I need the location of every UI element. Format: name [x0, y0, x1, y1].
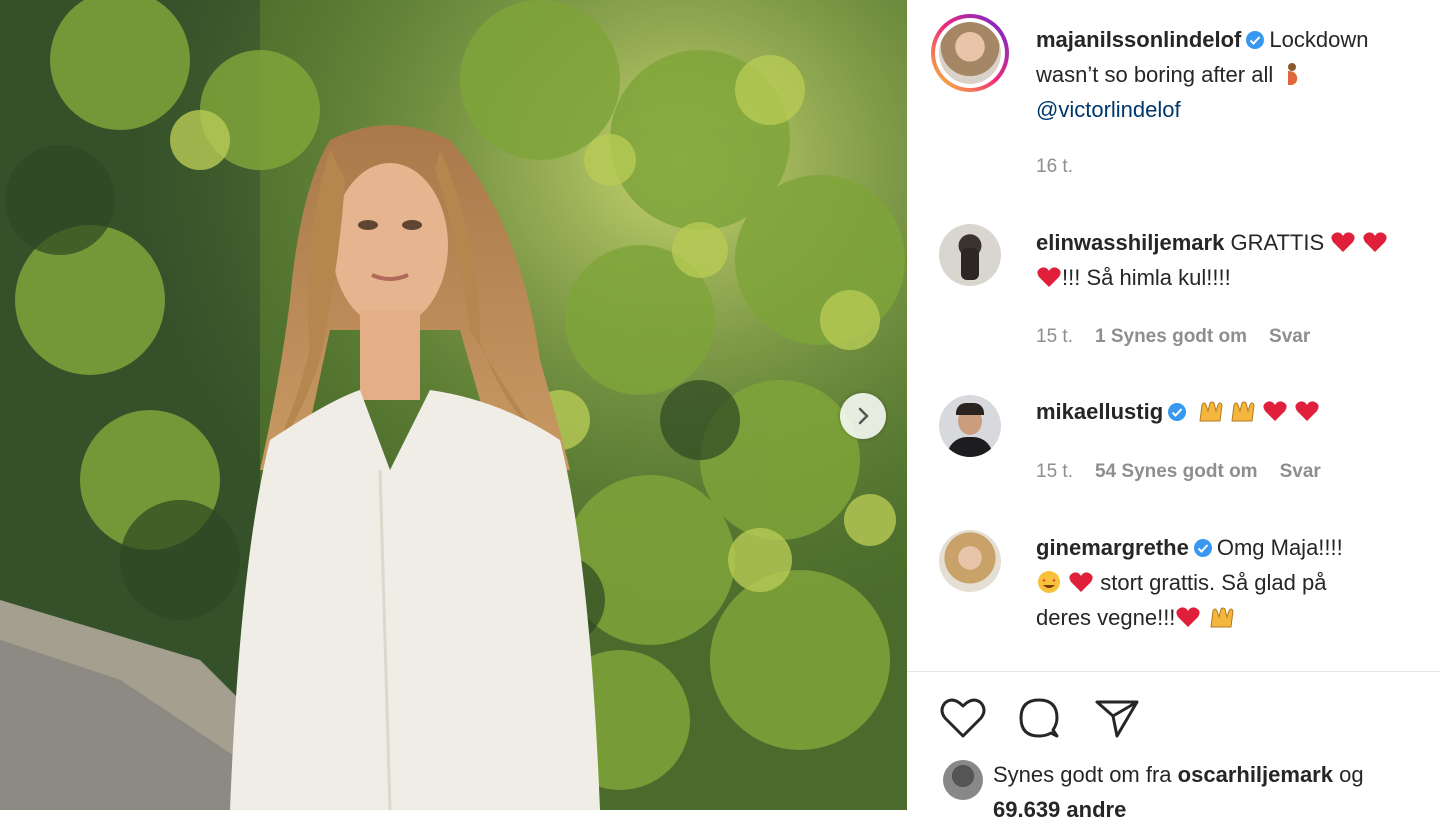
next-photo-button[interactable]	[840, 393, 886, 439]
comment-avatar[interactable]	[939, 530, 1001, 592]
heart-emoji	[1069, 572, 1093, 592]
comment-meta: 15 t. 54 Synes godt om Svar	[1036, 461, 1321, 483]
verified-icon	[1168, 403, 1187, 421]
comment-likes[interactable]: 54 Synes godt om	[1095, 461, 1258, 482]
post-time: 16 t.	[1036, 156, 1073, 177]
comment-icon[interactable]	[1015, 696, 1063, 740]
heart-icon[interactable]	[939, 696, 987, 740]
heart-emoji	[1331, 232, 1355, 252]
comment-meta: 15 t. 1 Synes godt om Svar	[1036, 326, 1310, 348]
comment-avatar[interactable]	[939, 395, 1001, 457]
heart-emoji	[1176, 607, 1201, 627]
mention-link[interactable]: @victorlindelof	[1036, 97, 1181, 122]
photo-illustration	[0, 0, 907, 810]
comment-time: 15 t.	[1036, 461, 1073, 482]
comment-text: ginemargrethe Omg Maja!!!! stort grattis.…	[1036, 535, 1343, 630]
reply-button[interactable]: Svar	[1280, 461, 1321, 482]
comment-username[interactable]: elinwasshiljemark	[1036, 230, 1224, 255]
raising-hands-emoji	[1199, 401, 1223, 422]
divider	[907, 671, 1440, 672]
likes-summary: Synes godt om fra oscarhiljemark og 69.6…	[993, 762, 1364, 822]
comment-likes[interactable]: 1 Synes godt om	[1095, 326, 1247, 347]
author-avatar[interactable]	[931, 14, 1009, 92]
pregnant-emoji	[1288, 63, 1298, 85]
star-eyes-emoji	[1038, 571, 1060, 593]
heart-emoji	[1295, 401, 1319, 421]
raising-hands-emoji	[1209, 607, 1234, 628]
comment-text: mikaellustig	[1036, 394, 1431, 429]
comment-username[interactable]: ginemargrethe	[1036, 535, 1189, 560]
raising-hands-emoji	[1231, 401, 1255, 422]
heart-emoji	[1363, 232, 1388, 252]
comment-text: elinwasshiljemark GRATTIS !!! Så himla k…	[1036, 225, 1431, 295]
liker-avatar[interactable]	[943, 760, 983, 800]
heart-emoji	[1037, 267, 1061, 287]
comment-time: 15 t.	[1036, 326, 1073, 347]
comment-avatar[interactable]	[939, 224, 1001, 286]
liker-username[interactable]: oscarhiljemark	[1178, 762, 1333, 787]
chevron-right-icon	[858, 407, 869, 425]
reply-button[interactable]: Svar	[1269, 326, 1310, 347]
post-caption: majanilssonlindelof Lockdown wasn’t so bo…	[1036, 22, 1431, 127]
comment-username[interactable]: mikaellustig	[1036, 399, 1163, 424]
share-icon[interactable]	[1093, 696, 1141, 740]
author-username[interactable]: majanilssonlindelof	[1036, 27, 1241, 52]
verified-icon	[1193, 539, 1212, 557]
verified-icon	[1246, 31, 1265, 49]
comments-panel: majanilssonlindelof Lockdown wasn’t so bo…	[907, 0, 1440, 822]
post-photo	[0, 0, 907, 810]
heart-emoji	[1262, 401, 1287, 421]
